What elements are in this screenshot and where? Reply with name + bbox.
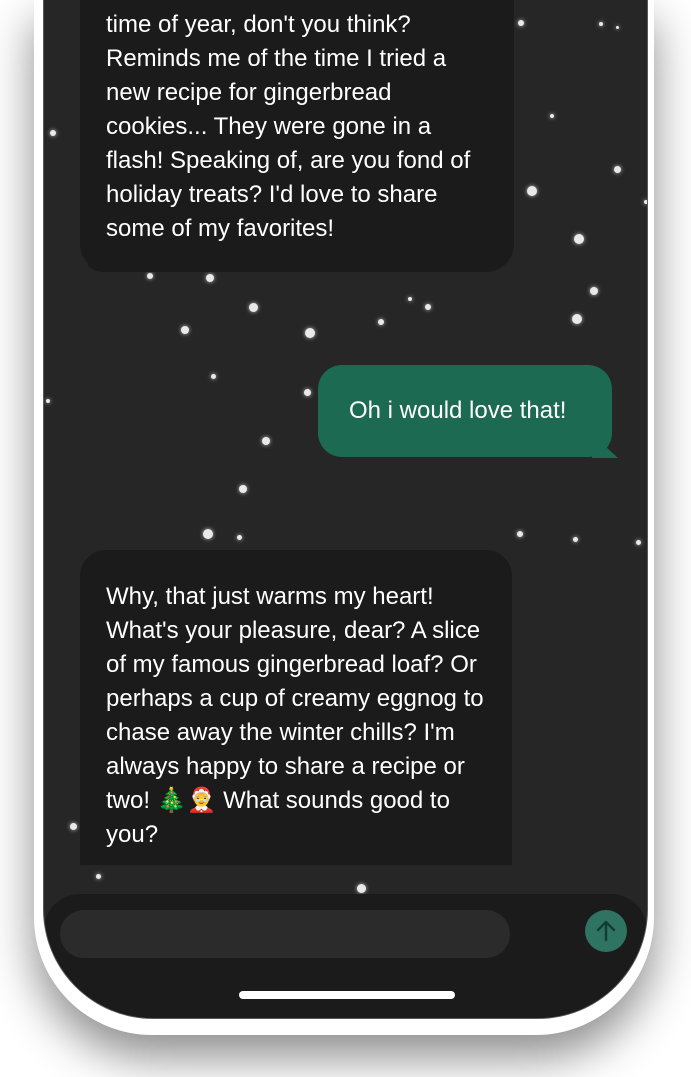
- snowflake: [46, 399, 50, 403]
- snowflake: [518, 20, 524, 26]
- snowflake: [249, 303, 258, 312]
- snowflake: [50, 130, 56, 136]
- snowflake: [211, 374, 216, 379]
- snowflake: [550, 114, 554, 118]
- message-bubble-assistant: time of year, don't you think? Reminds m…: [80, 0, 514, 272]
- snowflake: [203, 529, 213, 539]
- snowflake: [181, 326, 189, 334]
- snowflake: [574, 234, 584, 244]
- snowflake: [636, 540, 641, 545]
- message-text: time of year, don't you think? Reminds m…: [106, 11, 471, 242]
- snowflake: [147, 273, 153, 279]
- snowflake: [590, 287, 598, 295]
- phone-frame: time of year, don't you think? Reminds m…: [43, 0, 648, 1019]
- snowflake: [517, 531, 523, 537]
- snowflake: [206, 274, 214, 282]
- snowflake: [237, 535, 242, 540]
- snowflake: [304, 389, 311, 396]
- snowflake: [378, 319, 384, 325]
- home-indicator: [239, 991, 455, 999]
- snowflake: [614, 166, 621, 173]
- snowflake: [239, 485, 247, 493]
- snowflake: [599, 22, 603, 26]
- arrow-up-icon: [596, 920, 616, 942]
- snowflake: [616, 26, 619, 29]
- snowflake: [644, 200, 647, 204]
- snowflake: [573, 537, 578, 542]
- snowflake: [357, 884, 366, 893]
- snowflake: [305, 328, 315, 338]
- snowflake: [572, 314, 582, 324]
- message-input[interactable]: [60, 910, 510, 958]
- message-bubble-user: Oh i would love that!: [318, 365, 612, 457]
- composer-bar: [44, 894, 647, 1018]
- message-text: Why, that just warms my heart! What's yo…: [106, 583, 484, 848]
- snowflake: [96, 874, 101, 879]
- message-bubble-assistant: Why, that just warms my heart! What's yo…: [80, 550, 512, 865]
- snowflake: [408, 297, 412, 301]
- snowflake: [425, 304, 431, 310]
- message-text: Oh i would love that!: [349, 397, 567, 424]
- send-button[interactable]: [585, 910, 627, 952]
- snowflake: [70, 823, 77, 830]
- snowflake: [262, 437, 270, 445]
- snowflake: [527, 186, 537, 196]
